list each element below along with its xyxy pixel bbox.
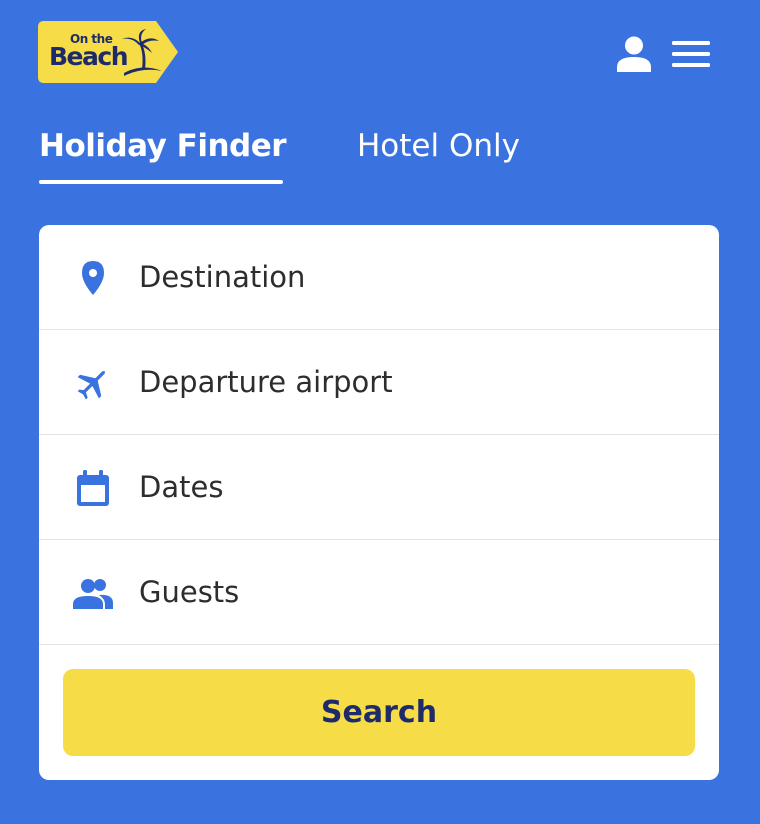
header: On the Beach	[0, 0, 760, 100]
map-pin-icon	[73, 258, 113, 298]
logo-text-beach: Beach	[49, 42, 129, 71]
guests-label: Guests	[139, 575, 240, 609]
airplane-icon	[73, 363, 113, 403]
tab-holiday-finder-label: Holiday Finder	[39, 128, 287, 164]
search-form-card: Destination Departure airport Dates Gues…	[39, 225, 719, 780]
destination-label: Destination	[139, 260, 306, 294]
on-the-beach-logo[interactable]: On the Beach	[38, 21, 178, 83]
tab-hotel-only[interactable]: Hotel Only	[357, 124, 520, 168]
tab-holiday-finder[interactable]: Holiday Finder	[39, 124, 287, 168]
departure-airport-label: Departure airport	[139, 365, 393, 399]
calendar-icon	[73, 468, 113, 508]
departure-airport-field[interactable]: Departure airport	[39, 330, 719, 435]
hamburger-menu-icon[interactable]	[672, 40, 710, 68]
active-tab-indicator	[39, 180, 283, 184]
people-icon	[73, 573, 113, 613]
dates-label: Dates	[139, 470, 224, 504]
destination-field[interactable]: Destination	[39, 225, 719, 330]
dates-field[interactable]: Dates	[39, 435, 719, 540]
tab-hotel-only-label: Hotel Only	[357, 128, 520, 164]
user-icon[interactable]	[617, 36, 651, 72]
guests-field[interactable]: Guests	[39, 540, 719, 645]
search-type-tabs: Holiday Finder Hotel Only	[39, 124, 739, 186]
search-button[interactable]: Search	[63, 669, 695, 756]
